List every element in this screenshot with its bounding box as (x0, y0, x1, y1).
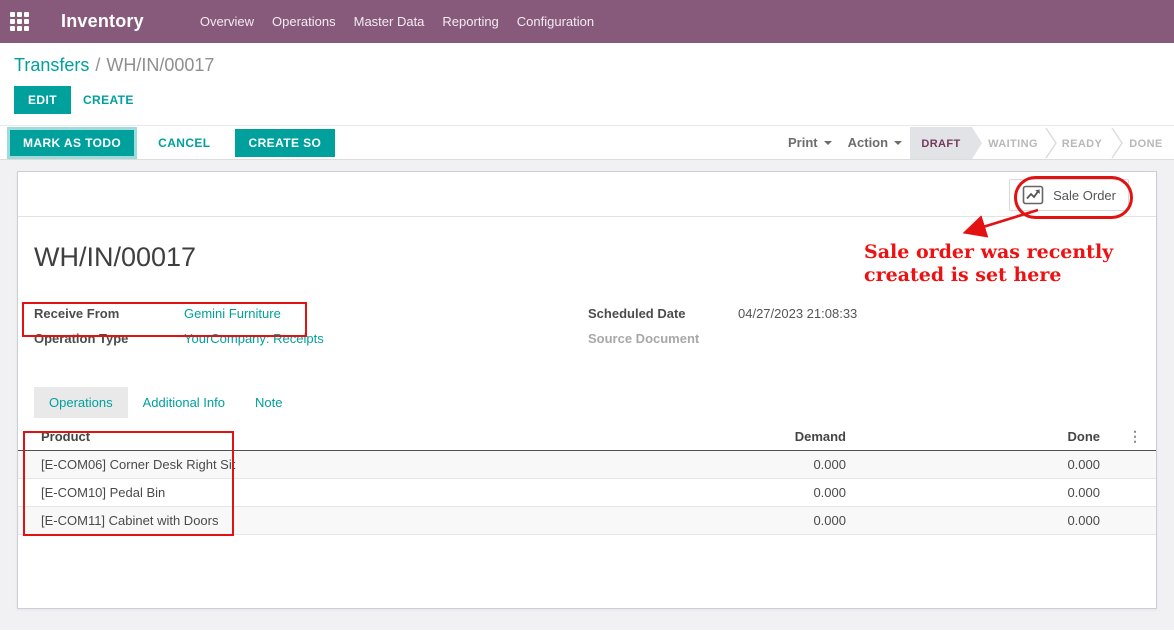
create-so-button[interactable]: CREATE SO (235, 129, 336, 157)
sale-order-smart-button[interactable]: Sale Order (1009, 179, 1129, 211)
operations-table: Product Demand Done ⋮ [E-COM06] Corner D… (18, 423, 1156, 535)
breadcrumb-current: WH/IN/00017 (106, 55, 214, 75)
notebook-tabs: Operations Additional Info Note (34, 387, 1140, 418)
stage-done[interactable]: DONE (1129, 138, 1162, 150)
top-navbar: Inventory Overview Operations Master Dat… (0, 0, 1174, 43)
nav-item-operations[interactable]: Operations (272, 8, 336, 35)
action-dropdown[interactable]: Action (848, 135, 902, 150)
nav-item-overview[interactable]: Overview (200, 8, 254, 35)
operation-type-value[interactable]: YourCompany: Receipts (184, 331, 324, 346)
nav-item-reporting[interactable]: Reporting (442, 8, 498, 35)
content-area: Sale Order WH/IN/00017 Receive From Gemi… (0, 160, 1174, 630)
stage-waiting[interactable]: WAITING (988, 138, 1038, 150)
done-cell[interactable]: 0.000 (856, 479, 1110, 507)
sale-order-button-label: Sale Order (1053, 188, 1116, 203)
edit-button[interactable]: EDIT (14, 86, 71, 114)
stage-ready[interactable]: READY (1062, 138, 1103, 150)
done-cell[interactable]: 0.000 (856, 507, 1110, 535)
done-cell[interactable]: 0.000 (856, 451, 1110, 479)
table-row[interactable]: [E-COM06] Corner Desk Right Sit 0.000 0.… (18, 451, 1156, 479)
column-done[interactable]: Done (856, 423, 1110, 451)
receive-from-label: Receive From (34, 306, 184, 321)
product-cell[interactable]: [E-COM06] Corner Desk Right Sit (18, 451, 586, 479)
action-dropdown-label: Action (848, 135, 888, 150)
source-document-label: Source Document (588, 331, 738, 346)
breadcrumb: Transfers/WH/IN/00017 (14, 55, 1160, 76)
apps-menu-icon[interactable] (10, 12, 29, 31)
stage-separator (1046, 128, 1056, 158)
navbar-menu: Overview Operations Master Data Reportin… (200, 8, 594, 35)
breadcrumb-separator: / (89, 55, 106, 75)
record-title: WH/IN/00017 (34, 239, 1156, 275)
nav-item-configuration[interactable]: Configuration (517, 8, 594, 35)
demand-cell[interactable]: 0.000 (586, 507, 856, 535)
stage-separator (1112, 128, 1122, 158)
form-sheet: Sale Order WH/IN/00017 Receive From Gemi… (17, 171, 1157, 609)
control-panel: Transfers/WH/IN/00017 EDIT CREATE Print … (0, 43, 1174, 125)
table-row[interactable]: [E-COM10] Pedal Bin 0.000 0.000 (18, 479, 1156, 507)
receive-from-value[interactable]: Gemini Furniture (184, 306, 281, 321)
tab-operations[interactable]: Operations (34, 387, 128, 418)
field-operation-type: Operation Type YourCompany: Receipts (34, 326, 572, 351)
stage-draft[interactable]: DRAFT (921, 138, 960, 150)
print-dropdown-label: Print (788, 135, 818, 150)
create-button[interactable]: CREATE (71, 86, 146, 114)
app-title[interactable]: Inventory (61, 11, 144, 32)
breadcrumb-transfers-link[interactable]: Transfers (14, 55, 89, 75)
tab-additional-info[interactable]: Additional Info (128, 387, 240, 418)
field-grid: Receive From Gemini Furniture Operation … (34, 301, 1140, 351)
operation-type-label: Operation Type (34, 331, 184, 346)
caret-down-icon (894, 141, 902, 145)
product-cell[interactable]: [E-COM10] Pedal Bin (18, 479, 586, 507)
field-receive-from: Receive From Gemini Furniture (34, 301, 572, 326)
scheduled-date-label: Scheduled Date (588, 306, 738, 321)
table-header-row: Product Demand Done ⋮ (18, 423, 1156, 451)
table-row[interactable]: [E-COM11] Cabinet with Doors 0.000 0.000 (18, 507, 1156, 535)
scheduled-date-value: 04/27/2023 21:08:33 (738, 306, 857, 321)
mark-as-todo-button[interactable]: MARK AS TODO (10, 130, 134, 156)
caret-down-icon (824, 141, 832, 145)
nav-item-master-data[interactable]: Master Data (354, 8, 425, 35)
optional-columns-icon[interactable]: ⋮ (1110, 423, 1156, 451)
demand-cell[interactable]: 0.000 (586, 451, 856, 479)
product-cell[interactable]: [E-COM11] Cabinet with Doors (18, 507, 586, 535)
smart-button-box: Sale Order (18, 172, 1156, 217)
field-source-document: Source Document (588, 326, 1140, 351)
statusbar: MARK AS TODO CANCEL CREATE SO DRAFT WAIT… (0, 125, 1174, 160)
field-scheduled-date: Scheduled Date 04/27/2023 21:08:33 (588, 301, 1140, 326)
cancel-button[interactable]: CANCEL (146, 129, 222, 157)
status-pipeline: DRAFT WAITING READY DONE (908, 126, 1162, 160)
line-chart-icon (1022, 185, 1044, 205)
column-product[interactable]: Product (18, 423, 586, 451)
tab-note[interactable]: Note (240, 387, 297, 418)
demand-cell[interactable]: 0.000 (586, 479, 856, 507)
column-demand[interactable]: Demand (586, 423, 856, 451)
print-dropdown[interactable]: Print (788, 135, 832, 150)
